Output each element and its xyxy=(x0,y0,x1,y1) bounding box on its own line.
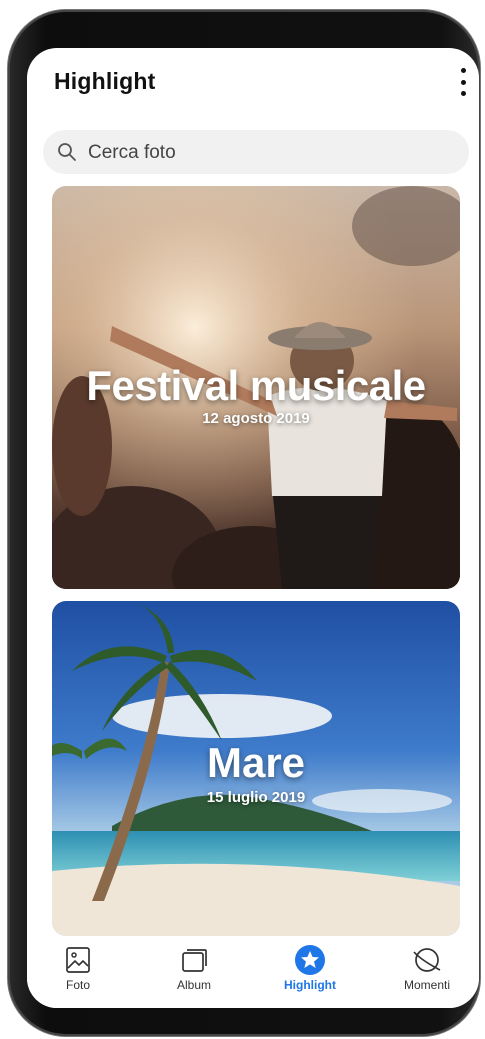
bottom-navigation: Foto Album Highlight Momenti xyxy=(27,936,479,1008)
nav-item-momenti[interactable]: Momenti xyxy=(382,944,472,992)
nav-label: Foto xyxy=(65,978,90,992)
nav-label: Momenti xyxy=(403,978,450,992)
star-icon xyxy=(295,945,325,975)
highlight-card-festival[interactable]: Festival musicale 12 agosto 2019 xyxy=(52,186,460,589)
card-title: Mare xyxy=(206,739,306,786)
planet-icon xyxy=(413,948,441,972)
card-date: 15 luglio 2019 xyxy=(206,789,306,806)
nav-item-highlight[interactable]: Highlight xyxy=(265,944,355,992)
more-vertical-icon[interactable] xyxy=(453,68,473,96)
card-title: Festival musicale xyxy=(86,362,426,409)
search-bar[interactable]: Cerca foto xyxy=(43,130,469,174)
image-icon xyxy=(66,947,90,973)
card-date: 12 agosto 2019 xyxy=(202,410,310,427)
app-header: Highlight xyxy=(27,48,479,118)
nav-item-foto[interactable]: Foto xyxy=(33,944,123,992)
highlight-card-mare[interactable]: Mare 15 luglio 2019 xyxy=(52,601,460,936)
album-icon xyxy=(182,949,207,972)
search-icon xyxy=(58,143,76,161)
nav-label: Album xyxy=(176,978,211,992)
nav-item-album[interactable]: Album xyxy=(149,944,239,992)
search-input[interactable]: Cerca foto xyxy=(88,142,176,164)
page-title: Highlight xyxy=(54,68,156,94)
app-screen: Highlight Cerca foto Festival musicale 1… xyxy=(27,48,479,1008)
nav-label: Highlight xyxy=(284,978,336,992)
